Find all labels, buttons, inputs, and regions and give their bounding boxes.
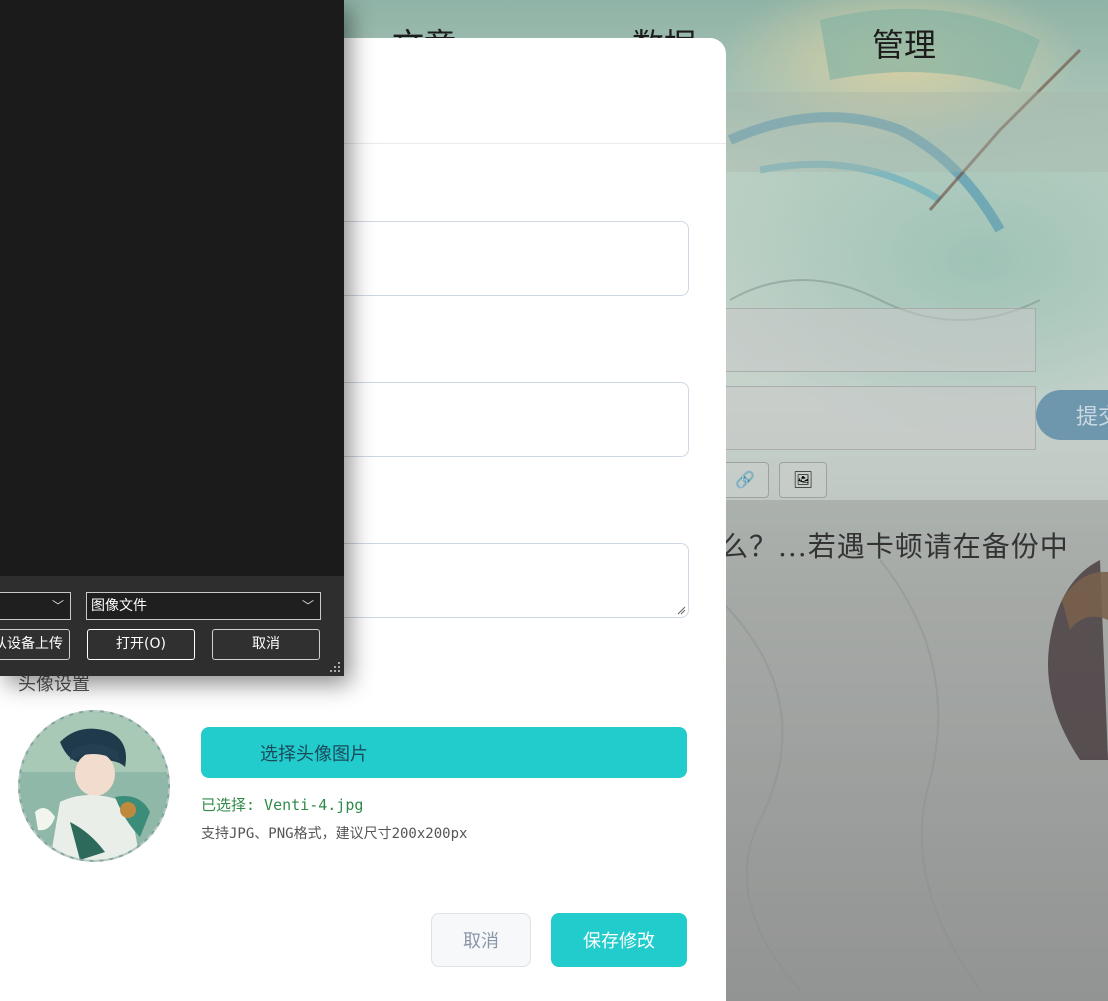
image-icon[interactable]: 🖼 xyxy=(779,462,827,498)
avatar-hint-text: 支持JPG、PNG格式，建议尺寸200x200px xyxy=(201,826,468,842)
chevron-down-icon: ﹀ xyxy=(51,599,64,613)
nav-item-manage[interactable]: 管理 xyxy=(872,20,936,66)
link-icon[interactable]: 🔗 xyxy=(721,462,769,498)
background-submit-button[interactable]: 提交 xyxy=(1036,390,1108,440)
background-notice: 么？...若遇卡顿请在备份中 xyxy=(720,530,1069,563)
avatar xyxy=(18,710,170,862)
source-dropdown[interactable]: ﹀ xyxy=(0,592,71,620)
background-band xyxy=(700,92,1108,172)
background-content-input[interactable] xyxy=(700,386,1036,450)
resize-grip-icon[interactable] xyxy=(677,606,686,615)
file-type-dropdown-value: 图像文件 xyxy=(91,598,147,614)
username-input[interactable] xyxy=(290,221,689,296)
save-button[interactable]: 保存修改 xyxy=(551,913,687,967)
background-name-input[interactable] xyxy=(700,308,1036,372)
cancel-button[interactable]: 取消 xyxy=(431,913,531,967)
email-input[interactable] xyxy=(290,382,689,457)
file-type-dropdown[interactable]: 图像文件 ﹀ xyxy=(86,592,321,620)
open-button[interactable]: 打开(O) xyxy=(87,629,195,660)
avatar-image xyxy=(20,712,168,860)
selected-file-text: 已选择: Venti-4.jpg xyxy=(201,796,364,814)
upload-from-device-button[interactable]: 从设备上传 xyxy=(0,629,70,660)
chevron-down-icon: ﹀ xyxy=(301,599,314,613)
size-grip-icon[interactable] xyxy=(330,662,341,673)
choose-avatar-button[interactable]: 选择头像图片 xyxy=(201,727,687,778)
file-dialog-cancel-button[interactable]: 取消 xyxy=(212,629,320,660)
file-picker-dialog: ﹀ 图像文件 ﹀ 从设备上传 打开(O) 取消 xyxy=(0,0,344,676)
file-dialog-footer: ﹀ 图像文件 ﹀ 从设备上传 打开(O) 取消 xyxy=(0,576,344,676)
bio-textarea[interactable] xyxy=(290,543,689,618)
background-overlay xyxy=(700,500,1108,1001)
